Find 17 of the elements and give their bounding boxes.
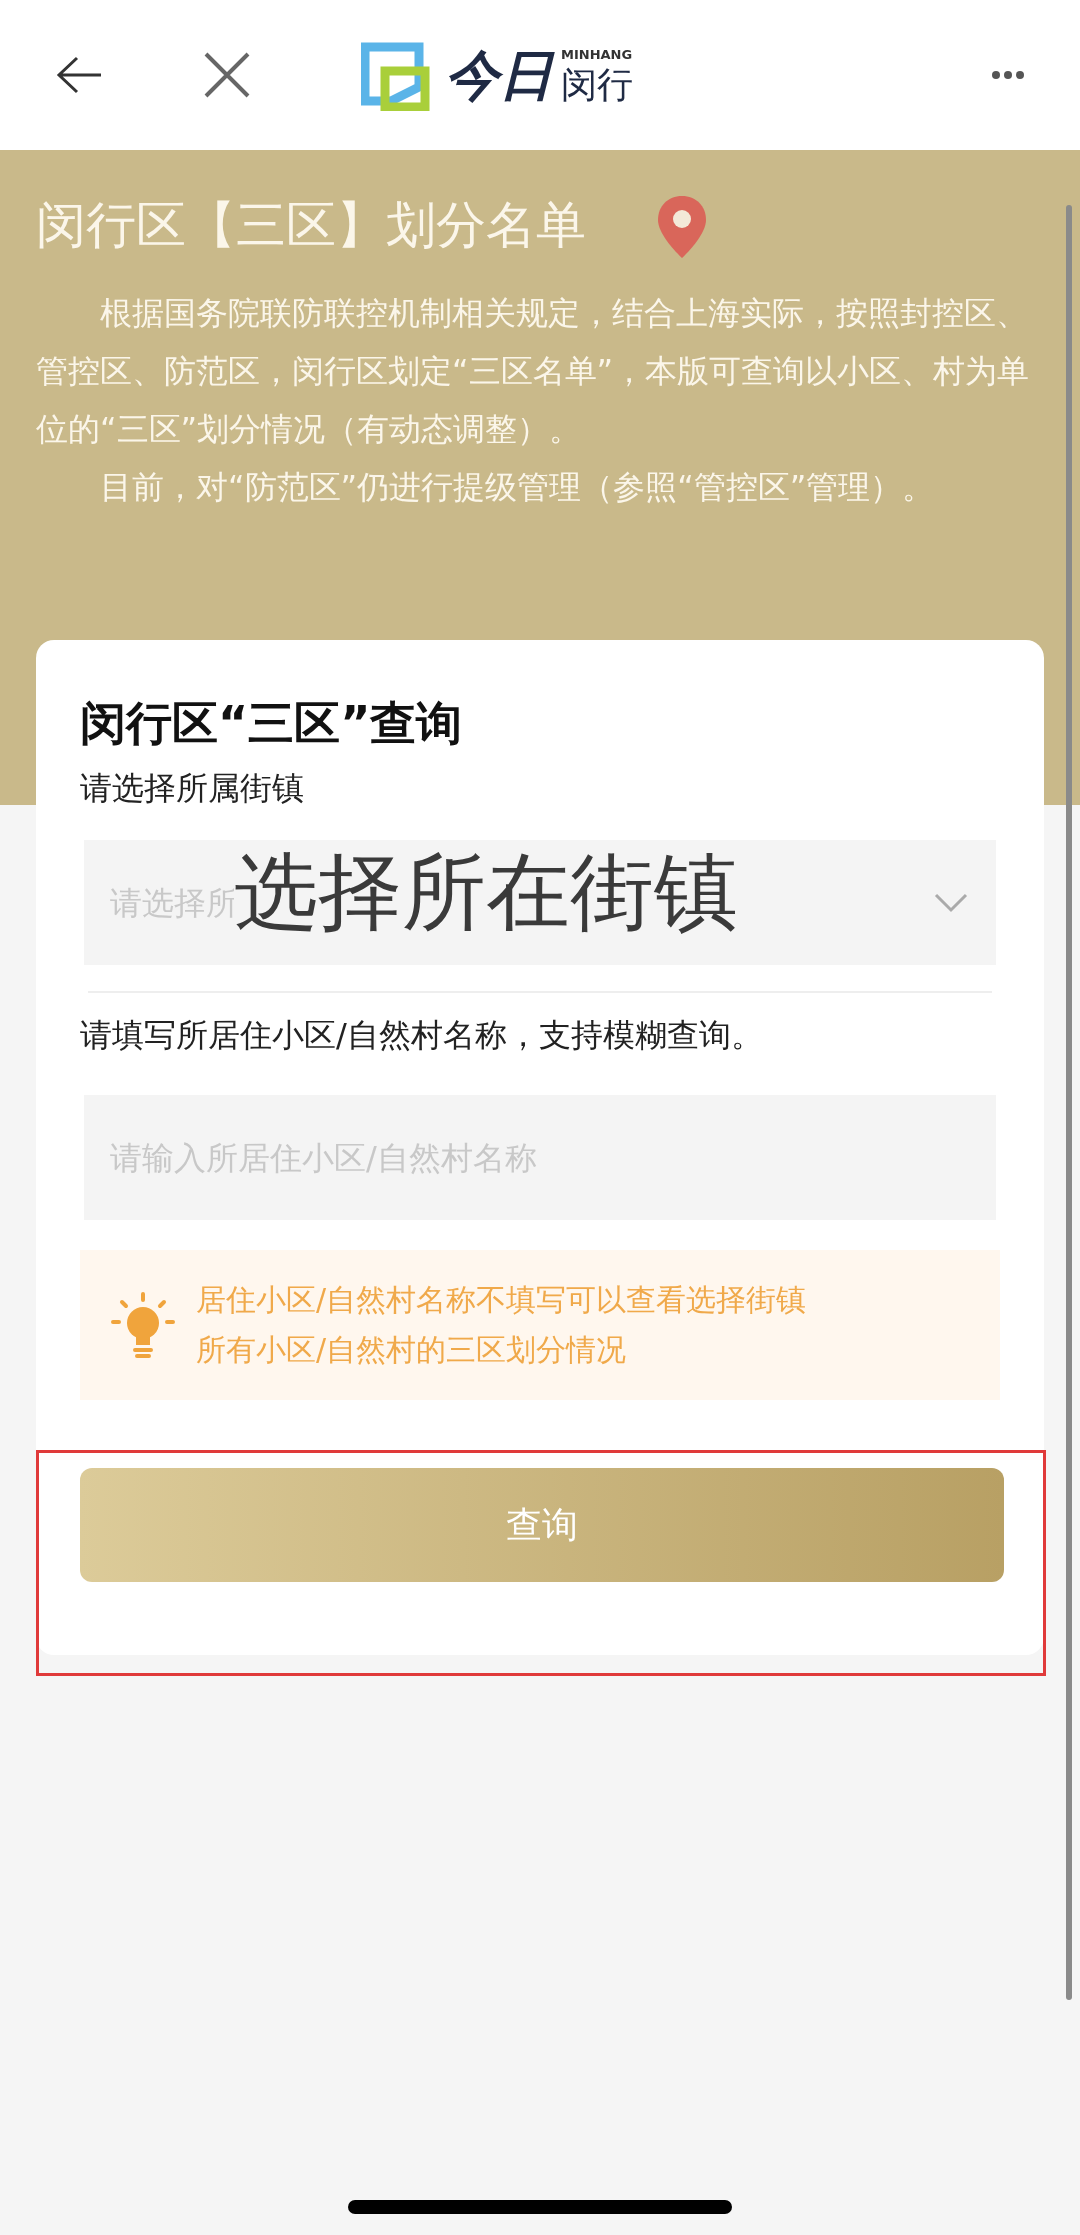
overlay-caption: 选择所在街镇 bbox=[234, 850, 738, 934]
back-icon[interactable] bbox=[55, 55, 103, 95]
logo-text: 今日 bbox=[445, 48, 553, 102]
field-label: 请选择所属街镇 bbox=[80, 772, 305, 804]
banner-paragraph: 目前，对“防范区”仍进行提级管理（参照“管控区”管理）。 bbox=[99, 467, 936, 508]
logo-text: 闵行 bbox=[561, 66, 633, 103]
form-title: 闵行区“三区”查询 bbox=[80, 700, 464, 746]
location-pin-icon bbox=[656, 194, 708, 260]
close-icon[interactable] bbox=[203, 51, 251, 99]
logo-text: MINHANG bbox=[561, 47, 633, 61]
banner-paragraph: 根据国务院联防联控机制相关规定，结合上海实际，按照封控区、管控区、防范区，闵行区划定“三区名单”，本版可查询以小区、村为单位的“三区”划分情况（有动态调整）。 bbox=[36, 293, 1031, 450]
banner-title: 闵行区【三区】划分名单 bbox=[36, 200, 586, 250]
lightbulb-icon bbox=[110, 1292, 176, 1358]
chevron-down-icon bbox=[934, 892, 968, 913]
field-label: 请填写所居住小区/自然村名称，支持模糊查询。 bbox=[80, 1019, 764, 1051]
tip-text: 居住小区/自然村名称不填写可以查看选择街镇 所有小区/自然村的三区划分情况 bbox=[196, 1281, 807, 1369]
more-icon[interactable] bbox=[991, 70, 1025, 80]
